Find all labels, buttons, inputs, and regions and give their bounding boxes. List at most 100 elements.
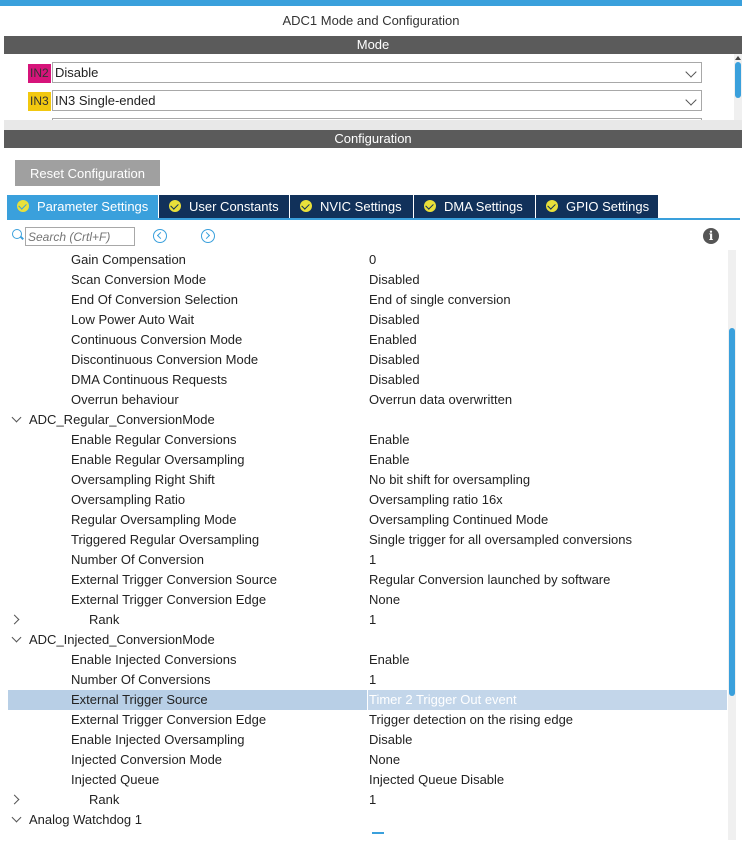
parameter-row[interactable]: Scan Conversion Mode Disabled [8,270,726,290]
parameter-name: Rank [89,612,120,627]
parameter-row[interactable]: External Trigger Source Timer 2 Trigger O… [8,690,727,710]
parameter-value: Injected Queue Disable [369,772,505,787]
tab-user-constants[interactable]: User Constants [159,195,290,218]
parameter-row[interactable]: External Trigger Conversion Edge None [8,590,726,610]
parameter-name: Triggered Regular Oversampling [71,532,260,547]
mode-section-header[interactable]: Mode [4,36,742,54]
parameter-list: Gain Compensation 0 Scan Conversion Mode Di… [8,250,728,840]
splitter[interactable] [4,120,742,130]
check-icon [546,200,558,212]
parameter-row[interactable]: Enable Regular Oversampling Enable [8,450,726,470]
search-input[interactable] [25,227,135,246]
parameter-value: Disabled [369,372,420,387]
configuration-section-header[interactable]: Configuration [4,130,742,148]
parameter-row[interactable]: External Trigger Conversion Edge Trigger … [8,710,726,730]
parameter-row[interactable]: Number Of Conversion 1 [8,550,726,570]
tab-label: NVIC Settings [320,199,402,214]
tab-gpio-settings[interactable]: GPIO Settings [536,195,659,218]
parameter-value: Oversampling Continued Mode [369,512,549,527]
tree-group-row[interactable]: ADC_Regular_ConversionMode [8,410,726,430]
parameter-value: Trigger detection on the rising edge [369,712,574,727]
parameter-row[interactable]: Gain Compensation 0 [8,250,726,270]
parameter-name: External Trigger Conversion Edge [71,712,267,727]
info-icon[interactable]: i [703,228,719,244]
parameter-value: None [369,752,401,767]
parameter-value: Oversampling ratio 16x [369,492,503,507]
parameter-row[interactable]: DMA Continuous Requests Disabled [8,370,726,390]
mode-panel: IN2 Disable IN3 IN3 Single-ended [4,54,742,120]
scroll-thumb[interactable] [729,328,735,696]
parameter-row[interactable]: Discontinuous Conversion Mode Disabled [8,350,726,370]
parameter-name: DMA Continuous Requests [71,372,228,387]
parameter-name: Low Power Auto Wait [71,312,195,327]
parameter-row[interactable]: Overrun behaviour Overrun data overwritte… [8,390,726,410]
parameter-value: End of single conversion [369,292,511,307]
tree-group-row[interactable]: Rank 1 [8,610,726,630]
next-match-button[interactable] [201,229,215,243]
chevron-right-icon[interactable] [9,614,20,625]
parameter-value: Disabled [369,312,420,327]
parameter-row[interactable]: Low Power Auto Wait Disabled [8,310,726,330]
parameter-list-scrollbar[interactable] [728,250,736,840]
parameter-row[interactable]: Number Of Conversions 1 [8,670,726,690]
parameter-name: Scan Conversion Mode [71,272,207,287]
parameter-value: 0 [369,252,377,267]
parameter-value: Single trigger for all oversampled conve… [369,532,633,547]
parameter-row[interactable]: Enable Injected Conversions Enable [8,650,726,670]
mode-scrollbar[interactable] [734,54,742,120]
parameter-row[interactable]: Regular Oversampling Mode Oversampling Co… [8,510,726,530]
parameter-value: 1 [369,792,377,807]
chevron-down-icon[interactable] [11,632,22,643]
in2-mode-select[interactable]: Disable [52,62,702,83]
reset-configuration-button[interactable]: Reset Configuration [15,160,160,186]
parameter-name: External Trigger Conversion Source [71,572,277,587]
chevron-down-icon [685,94,697,106]
parameter-row[interactable]: Oversampling Ratio Oversampling ratio 16x [8,490,726,510]
parameter-row[interactable]: Enable Regular Conversions Enable [8,430,726,450]
check-icon [169,200,181,212]
parameter-row[interactable]: External Trigger Conversion Source Regula… [8,570,726,590]
parameter-row[interactable]: Triggered Regular Oversampling Single tri… [8,530,726,550]
scroll-up-arrow-icon[interactable] [735,56,741,60]
parameter-value: Overrun data overwritten [369,392,513,407]
parameter-name: Continuous Conversion Mode [71,332,243,347]
parameter-row[interactable]: End Of Conversion Selection End of single… [8,290,726,310]
parameter-value: Enabled [369,332,417,347]
parameter-value: Enable [369,452,410,467]
parameter-value: Disabled [369,272,420,287]
tree-group-row[interactable]: Rank 1 [8,790,726,810]
pin-tag: IN3 [28,92,51,111]
tab-parameter-settings[interactable]: Parameter Settings [7,195,159,218]
window-title: ADC1 Mode and Configuration [282,13,460,28]
scroll-thumb[interactable] [735,62,741,98]
chevron-right-icon [202,231,211,240]
parameter-row[interactable]: Injected Conversion Mode None [8,750,726,770]
chevron-down-icon[interactable] [11,412,22,423]
parameter-value: No bit shift for oversampling [369,472,531,487]
tab-label: User Constants [189,199,279,214]
parameter-name: External Trigger Source [71,692,208,707]
tree-group-row[interactable]: ADC_Injected_ConversionMode [8,630,726,650]
previous-match-button[interactable] [153,229,167,243]
in3-mode-select[interactable]: IN3 Single-ended [52,90,702,111]
parameter-value: Timer 2 Trigger Out event [369,692,517,707]
tab-dma-settings[interactable]: DMA Settings [414,195,536,218]
parameter-value: Disable [369,732,413,747]
search-icon [12,229,22,239]
tab-label: Parameter Settings [37,199,149,214]
select-value: IN3 Single-ended [55,93,156,108]
parameter-row[interactable]: Enable Injected Oversampling Disable [8,730,726,750]
parameter-row[interactable]: Oversampling Right Shift No bit shift for… [8,470,726,490]
parameter-value: Regular Conversion launched by software [369,572,611,587]
tree-group-row[interactable]: Analog Watchdog 1 [8,810,726,830]
tab-nvic-settings[interactable]: NVIC Settings [290,195,414,218]
parameter-row[interactable]: Continuous Conversion Mode Enabled [8,330,726,350]
chevron-down-icon[interactable] [11,812,22,823]
parameter-name: Gain Compensation [71,252,186,267]
check-icon [300,200,312,212]
check-icon [424,200,436,212]
parameter-value: Enable [369,652,410,667]
parameter-row[interactable]: Injected Queue Injected Queue Disable [8,770,726,790]
scroll-indicator [372,832,384,834]
chevron-right-icon[interactable] [9,794,20,805]
